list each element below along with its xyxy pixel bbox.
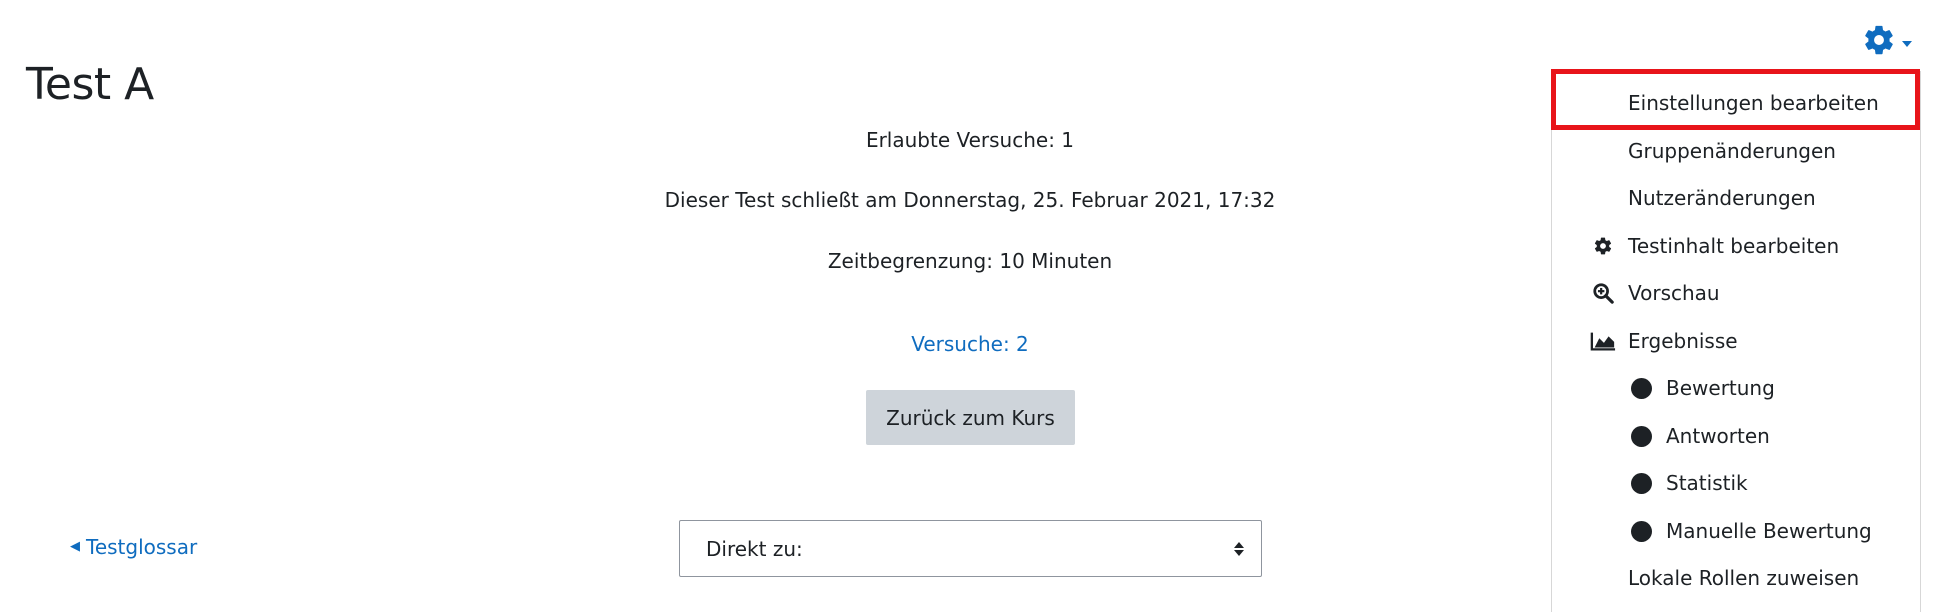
jump-to-select-value: Direkt zu: (706, 536, 803, 561)
caret-down-icon (1902, 33, 1912, 52)
triangle-left-icon: ◀ (70, 539, 80, 554)
menu-item-user-overrides[interactable]: Nutzeränderungen (1552, 178, 1920, 218)
menu-item-grades[interactable]: Bewertung (1552, 368, 1920, 408)
menu-item-label[interactable]: Antworten (1666, 424, 1770, 448)
circle-icon (1628, 423, 1654, 449)
circle-icon (1628, 518, 1654, 544)
menu-item-label[interactable]: Testinhalt bearbeiten (1628, 234, 1839, 258)
menu-item-results[interactable]: Ergebnisse (1552, 321, 1920, 361)
gear-icon (1862, 23, 1896, 61)
previous-activity-label[interactable]: Testglossar (86, 533, 197, 561)
back-to-course-button[interactable]: Zurück zum Kurs (866, 390, 1075, 445)
menu-item-label[interactable]: Nutzeränderungen (1628, 186, 1816, 210)
sort-arrows-icon (1233, 541, 1245, 557)
jump-to-select[interactable]: Direkt zu: (679, 520, 1262, 577)
circle-icon (1628, 470, 1654, 496)
highlight-box (1551, 69, 1920, 130)
menu-item-manual-grading[interactable]: Manuelle Bewertung (1552, 511, 1920, 551)
menu-item-label[interactable]: Ergebnisse (1628, 329, 1738, 353)
menu-item-group-overrides[interactable]: Gruppenänderungen (1552, 131, 1920, 171)
menu-item-responses[interactable]: Antworten (1552, 416, 1920, 456)
circle-icon (1628, 375, 1654, 401)
menu-item-edit-quiz[interactable]: Testinhalt bearbeiten (1552, 226, 1920, 266)
menu-item-label[interactable]: Gruppenänderungen (1628, 139, 1836, 163)
page-title: Test A (26, 59, 154, 111)
gear-icon (1590, 233, 1616, 259)
attempts-link-label[interactable]: Versuche: 2 (911, 332, 1029, 356)
settings-menu-toggle[interactable] (1862, 22, 1928, 62)
menu-item-label[interactable]: Lokale Rollen zuweisen (1628, 566, 1859, 590)
menu-item-preview[interactable]: Vorschau (1552, 273, 1920, 313)
menu-item-statistics[interactable]: Statistik (1552, 463, 1920, 503)
menu-item-label[interactable]: Vorschau (1628, 281, 1720, 305)
menu-item-label[interactable]: Statistik (1666, 471, 1748, 495)
area-chart-icon (1590, 328, 1616, 354)
menu-item-label[interactable]: Bewertung (1666, 376, 1775, 400)
menu-item-label[interactable]: Manuelle Bewertung (1666, 519, 1872, 543)
previous-activity-link[interactable]: ◀ Testglossar (70, 533, 197, 561)
settings-menu: Einstellungen bearbeiten Gruppenänderung… (1551, 71, 1921, 612)
menu-item-local-roles[interactable]: Lokale Rollen zuweisen (1552, 558, 1920, 598)
zoom-in-icon (1590, 280, 1616, 306)
